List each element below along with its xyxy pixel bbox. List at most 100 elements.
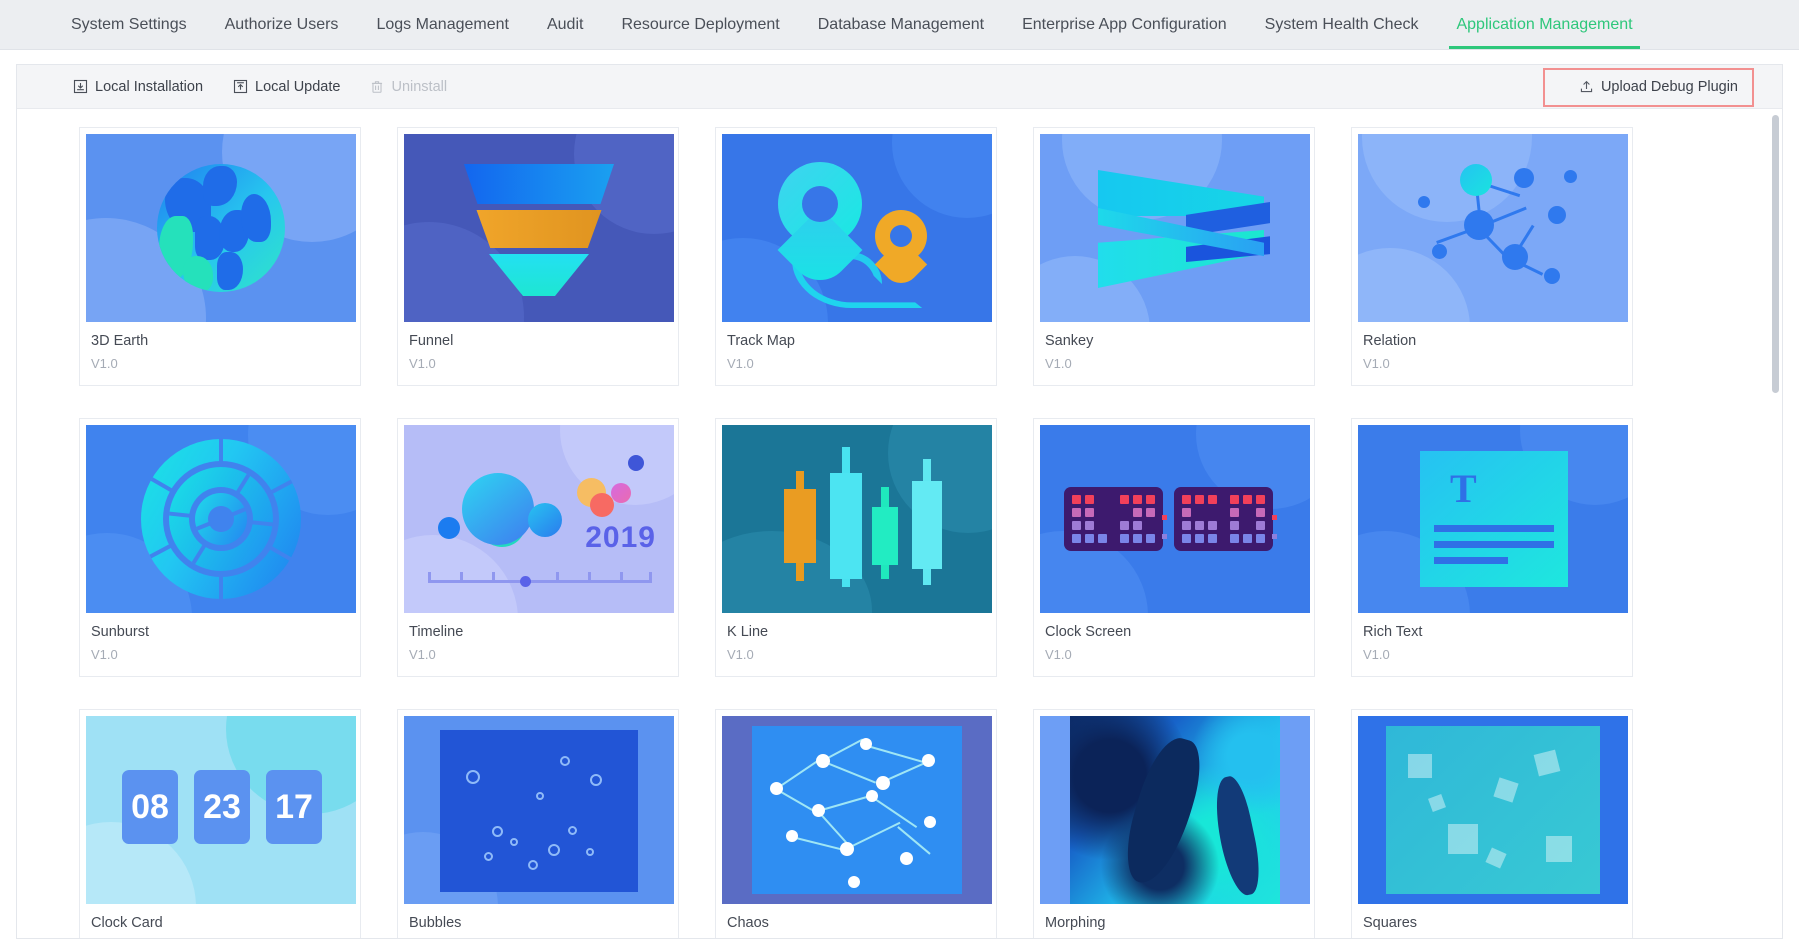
tab-label: System Settings	[71, 15, 187, 33]
card-meta: Funnel V1.0	[398, 322, 678, 385]
upload-debug-plugin-label: Upload Debug Plugin	[1600, 78, 1738, 95]
plugin-card[interactable]: K Line V1.0	[715, 418, 997, 677]
plugin-card[interactable]: Funnel V1.0	[397, 127, 679, 386]
local-installation-button[interactable]: Local Installation	[73, 79, 203, 95]
tab-resource-deployment[interactable]: Resource Deployment	[602, 0, 798, 49]
local-installation-label: Local Installation	[95, 78, 204, 95]
card-version: V1.0	[91, 647, 118, 662]
relation-thumb	[1358, 134, 1628, 322]
tab-label: Resource Deployment	[621, 15, 780, 33]
card-title: Clock Screen	[1045, 624, 1132, 640]
tab-label: Enterprise App Configuration	[1022, 15, 1227, 33]
sunburst-thumb	[86, 425, 356, 613]
card-title: Track Map	[727, 333, 795, 349]
thumb-padding: 08 23 17	[80, 710, 360, 904]
tab-label: Audit	[546, 15, 584, 33]
thumb-padding	[1352, 128, 1632, 322]
tab-authorize-users[interactable]: Authorize Users	[206, 0, 358, 49]
thumb-padding	[1352, 710, 1632, 904]
card-meta: Track Map V1.0	[716, 322, 996, 385]
card-version: V1.0	[1363, 647, 1390, 662]
card-meta: 3D Earth V1.0	[80, 322, 360, 385]
upload-arrow-icon	[1579, 79, 1594, 94]
upload-debug-plugin-button[interactable]: Upload Debug Plugin	[1579, 79, 1738, 95]
clock-card-minutes: 23	[194, 770, 250, 844]
plugin-card[interactable]: Relation V1.0	[1351, 127, 1633, 386]
card-title: Relation	[1363, 333, 1417, 349]
card-meta: Relation V1.0	[1352, 322, 1632, 385]
clock-colon-1	[1162, 515, 1167, 539]
card-meta: Bubbles	[398, 904, 678, 938]
card-version: V1.0	[1045, 647, 1072, 662]
tab-system-settings[interactable]: System Settings	[52, 0, 206, 49]
card-title: K Line	[727, 624, 769, 640]
tab-application-management[interactable]: Application Management	[1437, 0, 1651, 49]
card-meta: Squares	[1352, 904, 1632, 938]
track-map-thumb	[722, 134, 992, 322]
card-title: Sankey	[1045, 333, 1094, 349]
tab-logs-management[interactable]: Logs Management	[357, 0, 528, 49]
thumb-padding	[80, 128, 360, 322]
tab-enterprise-app-configuration[interactable]: Enterprise App Configuration	[1003, 0, 1246, 49]
plugin-card[interactable]: Chaos	[715, 709, 997, 938]
thumb-padding	[1034, 128, 1314, 322]
local-update-button[interactable]: Local Update	[233, 79, 340, 95]
card-version: V1.0	[1363, 356, 1390, 371]
clock-card-hours: 08	[122, 770, 178, 844]
tab-label: Logs Management	[376, 15, 509, 33]
uninstall-button[interactable]: Uninstall	[370, 79, 447, 95]
upload-tray-icon	[233, 79, 248, 94]
clock-screen-thumb	[1040, 425, 1310, 613]
clock-card-seconds: 17	[266, 770, 322, 844]
clock-colon-2	[1272, 515, 1277, 539]
card-title: Rich Text	[1363, 624, 1423, 640]
plugin-card[interactable]: Track Map V1.0	[715, 127, 997, 386]
card-version: V1.0	[727, 356, 754, 371]
plugin-card[interactable]: Squares	[1351, 709, 1633, 938]
card-title: Clock Card	[91, 915, 163, 931]
plugin-card[interactable]: Morphing	[1033, 709, 1315, 938]
card-title: Morphing	[1045, 915, 1106, 931]
card-meta: Rich Text V1.0	[1352, 613, 1632, 676]
tab-audit[interactable]: Audit	[528, 0, 602, 49]
plugin-card[interactable]: T Rich Text V1.0	[1351, 418, 1633, 677]
plugin-card[interactable]: 2019 Timeline V1.0	[397, 418, 679, 677]
uninstall-label: Uninstall	[391, 78, 448, 95]
card-title: Bubbles	[409, 915, 462, 931]
card-title: Squares	[1363, 915, 1418, 931]
plugin-card[interactable]: Bubbles	[397, 709, 679, 938]
clock-minutes-panel	[1174, 487, 1273, 551]
download-tray-icon	[73, 79, 88, 94]
plugin-card[interactable]: Sankey V1.0	[1033, 127, 1315, 386]
plugin-card[interactable]: Sunburst V1.0	[79, 418, 361, 677]
vertical-scrollbar-thumb[interactable]	[1772, 115, 1779, 393]
vertical-scrollbar[interactable]	[1772, 115, 1779, 935]
plugin-grid: 3D Earth V1.0 Funnel V1.0 Track Map V1.0…	[17, 127, 1782, 938]
thumb-padding: 2019	[398, 419, 678, 613]
timeline-year-label: 2019	[585, 521, 656, 554]
card-title: Timeline	[409, 624, 464, 640]
rich-text-glyph: T	[1450, 466, 1477, 511]
plugin-card[interactable]: 08 23 17 Clock Card	[79, 709, 361, 938]
thumb-padding	[716, 710, 996, 904]
card-version: V1.0	[409, 356, 436, 371]
kline-thumb	[722, 425, 992, 613]
tab-system-health-check[interactable]: System Health Check	[1246, 0, 1438, 49]
thumb-padding: T	[1352, 419, 1632, 613]
card-title: Sunburst	[91, 624, 150, 640]
card-meta: Sunburst V1.0	[80, 613, 360, 676]
plugin-card[interactable]: Clock Screen V1.0	[1033, 418, 1315, 677]
plugin-grid-scroll-area[interactable]: 3D Earth V1.0 Funnel V1.0 Track Map V1.0…	[17, 109, 1782, 938]
tab-database-management[interactable]: Database Management	[799, 0, 1003, 49]
card-meta: Chaos	[716, 904, 996, 938]
card-meta: Morphing	[1034, 904, 1314, 938]
tab-label: System Health Check	[1264, 15, 1419, 33]
card-version: V1.0	[91, 356, 118, 371]
card-meta: Clock Screen V1.0	[1034, 613, 1314, 676]
plugin-card[interactable]: 3D Earth V1.0	[79, 127, 361, 386]
chaos-thumb	[722, 716, 992, 904]
card-title: Funnel	[409, 333, 454, 349]
card-version: V1.0	[409, 647, 436, 662]
bubbles-thumb	[404, 716, 674, 904]
rich-text-thumb: T	[1358, 425, 1628, 613]
